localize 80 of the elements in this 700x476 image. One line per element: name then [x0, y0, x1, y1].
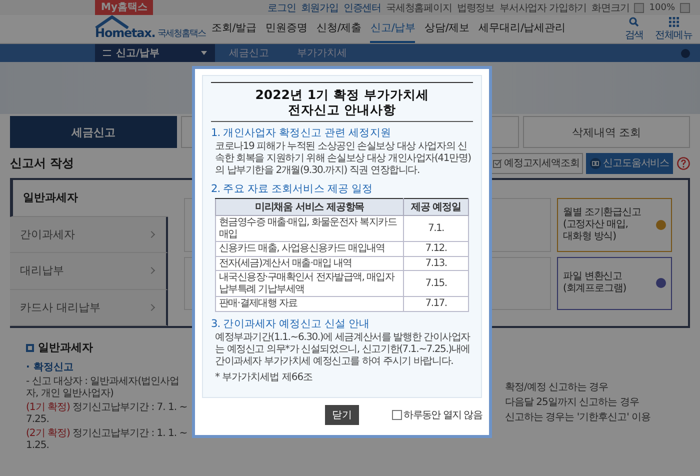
all-menu-label[interactable]: 전체메뉴	[655, 28, 692, 42]
notice-title: 전자신고 안내사항	[288, 102, 396, 117]
utility-link[interactable]: 법령정보	[456, 0, 494, 14]
arrow-circle-icon	[656, 278, 666, 288]
notice-heading: 3. 간이과세자 예정신고 신설 안내	[211, 316, 371, 330]
guide-text: 신고하는 경우는 '기한후신고' 이용	[505, 412, 652, 424]
table-cell: 전자(세금)계산서 매출·매입 내역	[216, 256, 404, 270]
tab[interactable]: 삭제내역 조회	[523, 116, 690, 148]
utility-link[interactable]: 국세청홈페이지	[386, 0, 452, 14]
book-icon	[590, 158, 602, 168]
notice-text: 예정부과기간(1.1.~6.30.)에 세금계산서를 발행한 간이사업자는 예정신고 의무*가 신설되었으니, 신고기한(7.1.~7.25.)내에 간이과세자 부가가치세 예정신고를 하여 주시기 바랍니다.	[215, 332, 472, 368]
guide-heading: 일반과세자	[38, 340, 93, 355]
my-hometax-badge[interactable]: My홈택스	[95, 0, 154, 15]
checkbox[interactable]	[392, 410, 402, 420]
side-menu-item[interactable]: 카드사 대리납부	[10, 290, 168, 326]
utility-link[interactable]: 회원가입	[300, 0, 338, 14]
close-button[interactable]: 닫기	[325, 404, 359, 424]
help-icon[interactable]	[677, 156, 690, 170]
breadcrumb-item[interactable]: 부가가치세	[283, 46, 361, 60]
checkbox-label[interactable]: 하루동안 열지 않음	[404, 408, 482, 422]
nav-item[interactable]: 세무대리/납세관리	[478, 15, 566, 43]
table-cell: 7.15.	[404, 270, 468, 296]
card-label: 월별 조기환급신고	[563, 206, 641, 219]
logo-text[interactable]: Hometax.	[95, 26, 156, 40]
grid-menu-icon[interactable]	[668, 16, 679, 26]
side-menu-item[interactable]: 간이과세자	[10, 216, 168, 253]
side-menu-item[interactable]: 일반과세자	[10, 180, 168, 216]
filing-card[interactable]: 파일 변환신고 (회계프로그램)	[557, 256, 672, 310]
side-menu-item[interactable]: 대리납부	[10, 253, 168, 290]
notice-title: 2022년 1기 확정 부가가치세	[255, 87, 429, 102]
card-label: (고정자산 매입,	[563, 218, 629, 231]
help-service-button[interactable]: 신고도움서비스	[586, 152, 673, 174]
menu-icon	[103, 50, 111, 56]
utility-link[interactable]: 인증센터	[343, 0, 382, 14]
card-label: 대화형 방식)	[563, 230, 617, 243]
table-header: 제공 예정일	[404, 198, 468, 216]
table-cell: 판매·결제대행 자료	[216, 296, 404, 311]
section-title: 신고서 작성	[10, 154, 74, 172]
search-label[interactable]: 검색	[624, 28, 644, 42]
utility-link[interactable]: 부서사업자 가입하기	[499, 0, 587, 14]
table-cell: 7.17.	[404, 296, 468, 311]
zoom-in-icon[interactable]	[680, 2, 690, 12]
guide-text: - 신고 대상자 : 일반과세자(법인사업자, 개인 일반사업자)	[26, 376, 180, 400]
checkbox-icon	[492, 158, 502, 168]
guide-text: (1기 확정) 정기신고납부기간 : 7. 1. ~ 7.25.	[26, 402, 188, 426]
tab[interactable]: 세금신고	[10, 116, 177, 148]
utility-link[interactable]: 로그인	[268, 0, 296, 14]
nav-item[interactable]: 조회/발급	[211, 15, 256, 43]
guide-text: 다음달 25일까지 신고하는 경우	[505, 397, 640, 409]
table-cell: 7.1.	[404, 216, 468, 242]
nav-item[interactable]: 신청/제출	[316, 15, 362, 43]
filing-card[interactable]: 월별 조기환급신고 (고정자산 매입, 대화형 방식)	[557, 198, 672, 252]
notice-text: 코로나19 피해가 누적된 소상공인 손실보상 대상 사업자의 신속한 회복을 지원하기 위해 손실보상 대상 개인사업자(41만명)의 납부기한을 2개월(9.30.까지) 직권 연장합니다.	[215, 141, 472, 177]
card-label: (회계프로그램)	[563, 283, 626, 296]
square-bullet-icon	[26, 344, 34, 352]
zoom-level: 100%	[649, 2, 675, 12]
table-cell: 7.13.	[404, 256, 468, 270]
nav-item[interactable]: 민원증명	[265, 15, 308, 43]
notice-heading: 1. 개인사업자 확정신고 관련 세정지원	[211, 126, 392, 140]
table-cell: 신용카드 매출, 사업용신용카드 매입내역	[216, 242, 404, 256]
zoom-out-icon[interactable]	[634, 2, 644, 12]
table-cell: 7.12.	[404, 242, 468, 256]
guide-subheading: · 확정신고	[26, 361, 74, 374]
guide-text: (2기 확정) 정기신고납부기간 : 1. 1. ~ 1.25.	[26, 428, 188, 452]
utility-link[interactable]: 화면크기	[592, 0, 630, 14]
search-icon[interactable]	[628, 16, 639, 26]
caret-icon	[201, 51, 207, 55]
guide-text: 확정/예정 신고하는 경우	[505, 382, 610, 394]
table-cell: 내국신용장·구매확인서 전자발급액, 매입자납부특례 기납부세액	[216, 270, 404, 296]
nav-item[interactable]: 상담/제보	[424, 15, 470, 43]
breadcrumb-item[interactable]: 세금신고	[215, 46, 283, 60]
notice-heading: 2. 주요 자료 조회서비스 제공 일정	[211, 182, 374, 196]
table-header: 미리채움 서비스 제공항목	[216, 198, 404, 216]
logo-subtitle: 국세청홈택스	[157, 28, 206, 40]
house-logo-icon	[95, 15, 129, 29]
footnote: * 부가가치세법 제66조	[215, 370, 314, 384]
arrow-circle-icon	[656, 220, 666, 230]
card-label: 파일 변환신고	[563, 271, 623, 283]
menu-dropdown[interactable]: 신고/납부	[95, 44, 215, 62]
table-cell: 현금영수증 매출·매입, 화물운전자 복지카드 매입	[216, 216, 404, 242]
